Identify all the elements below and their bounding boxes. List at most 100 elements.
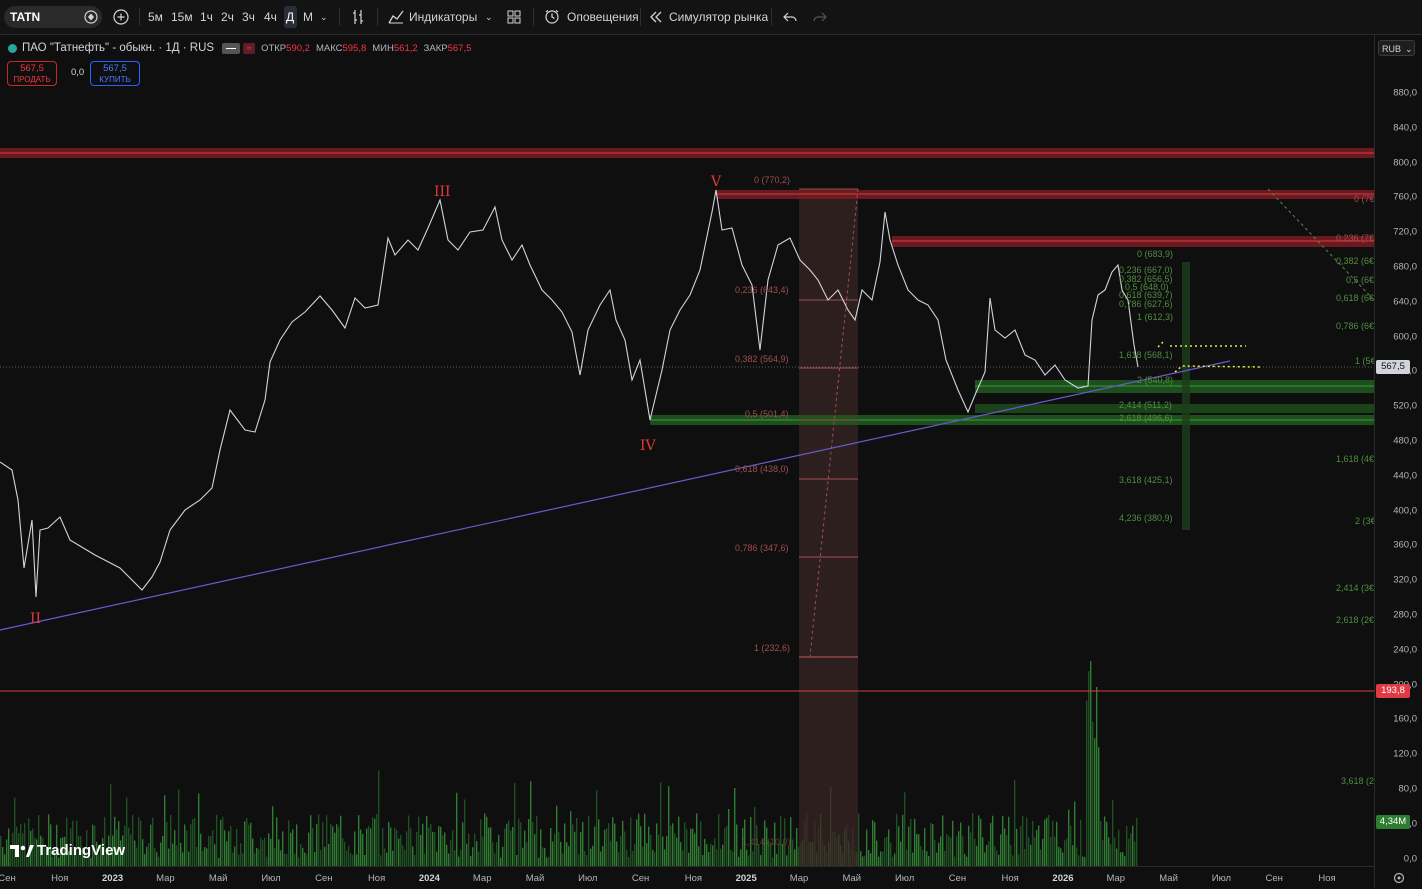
fib-ext-label: 0 (683,9) (1137, 249, 1173, 259)
time-axis-label: Ноя (367, 873, 386, 884)
tf-month[interactable]: М (303, 0, 313, 34)
fib-right-label: 0,5 (6€ (1346, 275, 1374, 285)
high-label: МАКС (315, 42, 343, 54)
alert-clock-icon[interactable] (544, 0, 560, 34)
price-axis[interactable]: 880,0 840,0 800,0 760,0 720,0 680,0 640,0 600,0… (1374, 35, 1422, 888)
add-symbol-icon[interactable] (113, 0, 129, 34)
fib-right-label: 2,414 (3€ (1336, 583, 1374, 593)
price-axis-label: 680,0 (1393, 261, 1417, 273)
fib-right-label: 0,236 (7€ (1336, 233, 1374, 243)
time-axis-label: Сен (1265, 873, 1283, 884)
time-axis-label: Май (1159, 873, 1178, 884)
time-axis-label: 2023 (102, 873, 124, 884)
time-axis-label: Мар (789, 873, 809, 884)
tf-3h[interactable]: 3ч (242, 0, 255, 34)
time-axis-label: Сен (631, 873, 650, 884)
price-axis-label: 440,0 (1393, 470, 1417, 482)
settings-wave-icon[interactable]: ≈ (243, 42, 256, 54)
sell-button[interactable]: 567,5 ПРОДАТЬ (7, 61, 57, 86)
time-axis-label: Июл (1211, 873, 1232, 884)
price-axis-label: 160,0 (1393, 713, 1417, 725)
alerts-button[interactable]: Оповещения (567, 0, 639, 34)
open-value: 590,2 (286, 42, 310, 54)
price-axis-label: 320,0 (1393, 574, 1417, 586)
replay-rewind-icon[interactable] (649, 0, 663, 34)
symbol-diamond-icon[interactable] (84, 0, 98, 34)
buy-price: 567,5 (103, 63, 127, 74)
time-axis-label: Июл (261, 873, 281, 884)
fib-label: 0,5 (501,4) (745, 409, 789, 419)
price-axis-label: 880,0 (1393, 87, 1417, 99)
indicators-icon[interactable] (388, 0, 404, 34)
fib-right-label: 3,618 (2 (1341, 776, 1374, 786)
spread-value: 0,0 (71, 67, 85, 78)
fib-label: 0,786 (347,6) (735, 543, 789, 553)
fib-right-label: 2,618 (2€ (1336, 615, 1374, 625)
divider (533, 8, 534, 26)
price-axis-label: 480,0 (1393, 435, 1417, 447)
line-price-tag: 193,8 (1376, 684, 1410, 698)
fib-ext-label: 2 (540,8) (1137, 375, 1173, 385)
price-axis-label: 600,0 (1393, 331, 1417, 343)
time-axis-label: Ноя (1318, 873, 1336, 884)
price-axis-label: 240,0 (1393, 644, 1417, 656)
time-axis-label: Ноя (1001, 873, 1019, 884)
templates-grid-icon[interactable] (507, 0, 521, 34)
fib-right-label: 0,786 (6€ (1336, 321, 1374, 331)
price-axis-label: 400,0 (1393, 505, 1417, 517)
time-axis-label: Май (842, 873, 862, 884)
volume-tag: 4,34M (1376, 815, 1410, 829)
tf-5m[interactable]: 5м (148, 0, 163, 34)
chart-type-icon[interactable] (351, 0, 365, 34)
legend-title[interactable]: ПАО "Татнефть" - обыкн. · 1Д · RUS (22, 42, 214, 54)
time-axis-label: 2025 (735, 873, 757, 884)
tf-2h[interactable]: 2ч (221, 0, 234, 34)
indicators-chevron-icon[interactable]: ⌄ (485, 0, 493, 34)
tf-4h[interactable]: 4ч (264, 0, 277, 34)
wave-label-ii: II (30, 611, 41, 627)
redo-icon[interactable] (813, 0, 827, 34)
tradingview-logo[interactable]: TradingView (9, 842, 125, 859)
price-axis-label: 840,0 (1393, 122, 1417, 134)
undo-icon[interactable] (783, 0, 797, 34)
fib-ext-label: 3,618 (425,1) (1119, 475, 1173, 485)
time-axis-label: Ноя (684, 873, 703, 884)
time-axis-label: Июл (578, 873, 598, 884)
time-axis-label: Мар (156, 873, 175, 884)
top-toolbar: TATN 5м 15м 1ч 2ч 3ч 4ч Д М ⌄ Индикаторы… (0, 0, 1422, 35)
tf-15m[interactable]: 15м (171, 0, 193, 34)
time-axis-label: Июл (894, 873, 915, 884)
fib-label: 0,382 (564,9) (735, 354, 789, 364)
tradingview-icon (10, 844, 34, 857)
market-status-icon (8, 43, 17, 53)
timeframe-chevron-icon[interactable]: ⌄ (320, 0, 328, 34)
fib-right-label: 1,618 (4€ (1336, 454, 1374, 464)
close-value: 567,5 (447, 42, 472, 54)
time-axis[interactable]: Сен Ноя 2023 Мар Май Июл Сен Ноя 2024 Мар Май Июл Се… (0, 866, 1374, 889)
fib-label: 0 (770,2) (754, 175, 790, 185)
low-label: МИН (372, 42, 394, 54)
wave-label-v: V (710, 174, 722, 190)
time-axis-label: 2026 (1052, 873, 1074, 884)
replay-button[interactable]: Симулятор рынка (669, 0, 768, 34)
time-axis-label: 2024 (418, 873, 440, 884)
hide-icon[interactable] (222, 42, 241, 54)
divider (377, 8, 378, 26)
fib-right-label: 0 (7€ (1354, 194, 1374, 204)
tf-day[interactable]: Д (286, 0, 294, 34)
indicators-button[interactable]: Индикаторы (409, 0, 477, 34)
buy-button[interactable]: 567,5 КУПИТЬ (90, 61, 140, 86)
fib-right-label: 1 (5€ (1355, 356, 1374, 366)
price-axis-label: 360,0 (1393, 539, 1417, 551)
price-axis-label: 800,0 (1393, 157, 1417, 169)
fib-right-label: 0,382 (6€ (1336, 256, 1374, 266)
tradingview-label: TradingView (37, 842, 126, 859)
divider (640, 8, 641, 26)
fib-right-label: 2 (3€ (1355, 516, 1374, 526)
price-axis-label: 80,0 (1398, 783, 1418, 795)
fib-ext-label: 2,618 (496,6) (1119, 413, 1173, 423)
settings-gear-icon[interactable] (1393, 871, 1405, 889)
tf-1h[interactable]: 1ч (200, 0, 213, 34)
fib-ext-label: 4,236 (380,9) (1119, 513, 1173, 523)
time-axis-label: Ноя (51, 873, 69, 884)
